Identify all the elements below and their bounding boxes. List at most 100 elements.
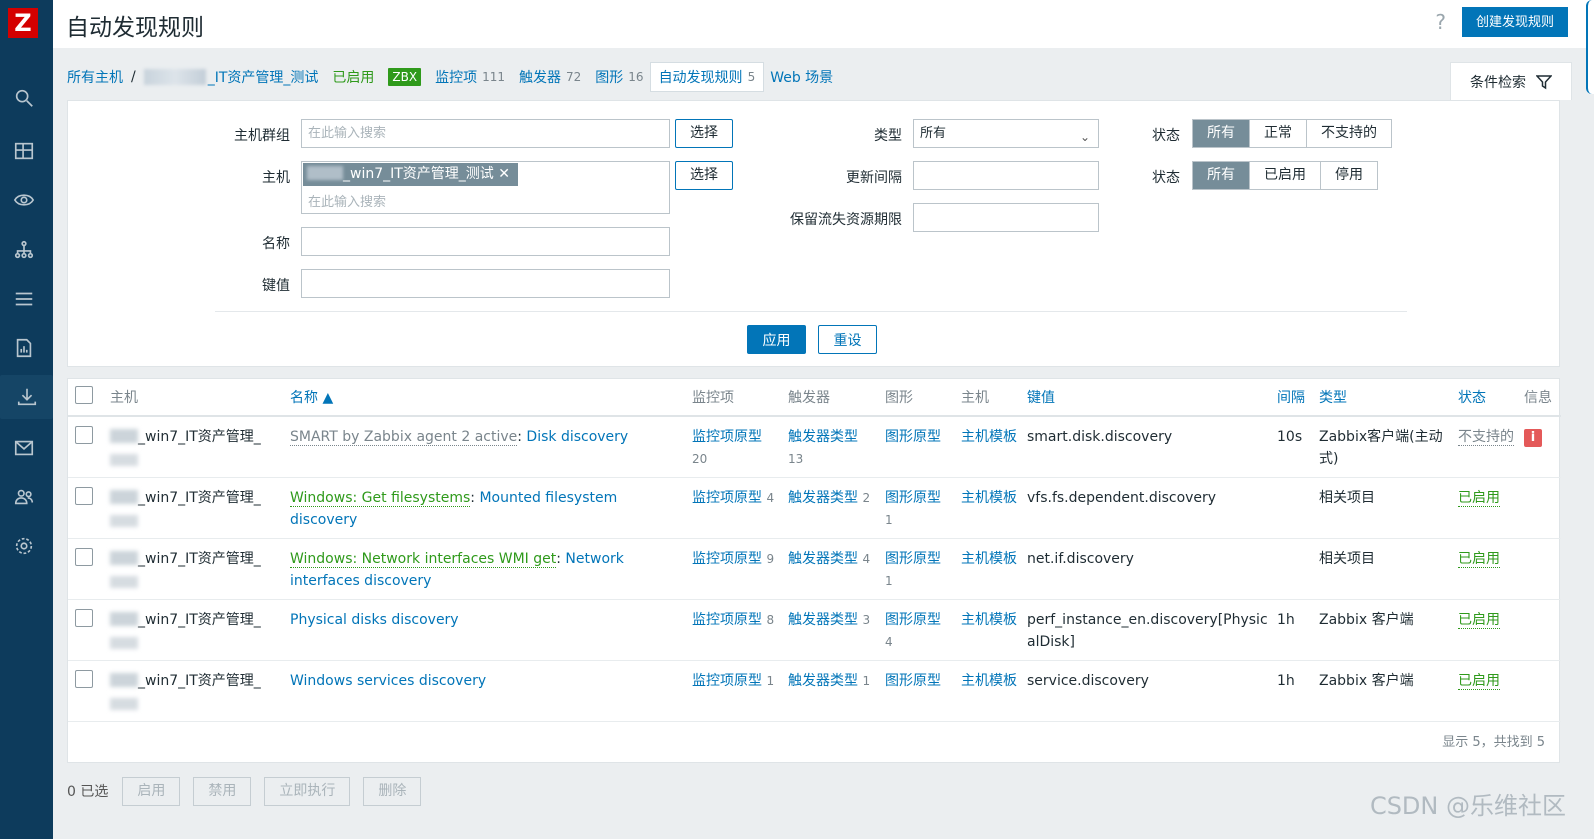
trigger-prototypes-link[interactable]: 触发器类型 13 xyxy=(788,429,858,467)
key-cell: vfs.fs.dependent.discovery xyxy=(1023,477,1273,539)
key-input[interactable] xyxy=(301,269,670,298)
tab-graphs[interactable]: 图形 16 xyxy=(595,67,643,87)
graph-prototypes-link[interactable]: 图形原型 4 xyxy=(885,612,941,650)
type-cell: 相关项目 xyxy=(1315,477,1454,539)
interval-input[interactable] xyxy=(913,161,1099,190)
graph-prototypes-link[interactable]: 图形原型 xyxy=(885,673,941,689)
item-prototypes-link[interactable]: 监控项原型 20 xyxy=(692,429,762,467)
users-icon[interactable] xyxy=(10,483,38,511)
template-link[interactable]: Windows: Get filesystems xyxy=(290,489,471,507)
item-prototypes-link[interactable]: 监控项原型 1 xyxy=(692,673,774,689)
table-row: _win7_IT资产管理_ Physical disks discovery 监… xyxy=(68,599,1561,661)
host-link[interactable]: _IT资产管理_测试 xyxy=(143,67,318,87)
status-toggle[interactable]: 已启用 xyxy=(1458,611,1500,629)
monitoring-eye-icon[interactable] xyxy=(10,186,38,214)
host-tag-label: _win7_IT资产管理_测试 xyxy=(343,166,494,182)
host-prototypes-link[interactable]: 主机模板 xyxy=(961,612,1017,628)
row-checkbox[interactable] xyxy=(75,486,93,505)
host-prototypes-link[interactable]: 主机模板 xyxy=(961,490,1017,506)
data-collection-icon[interactable] xyxy=(0,375,53,419)
reset-button[interactable]: 重设 xyxy=(818,325,877,354)
network-icon[interactable] xyxy=(10,236,38,264)
create-discovery-rule-button[interactable]: 创建发现规则 xyxy=(1461,7,1568,37)
blurred-host-suffix xyxy=(110,514,138,527)
state-all[interactable]: 所有 xyxy=(1193,120,1250,147)
tab-items[interactable]: 监控项 111 xyxy=(435,67,505,87)
tab-discovery-rules[interactable]: 自动发现规则 5 xyxy=(649,62,765,92)
table-paging-info: 显示 5，共找到 5 xyxy=(1442,735,1545,750)
trigger-prototypes-link[interactable]: 触发器类型 2 xyxy=(788,490,870,506)
gear-icon[interactable] xyxy=(10,532,38,560)
execute-now-button[interactable]: 立即执行 xyxy=(264,776,351,806)
status-all[interactable]: 所有 xyxy=(1193,162,1250,189)
trigger-prototypes-link[interactable]: 触发器类型 4 xyxy=(788,551,870,567)
status-enabled[interactable]: 已启用 xyxy=(1250,162,1321,189)
remove-tag-icon[interactable]: ✕ xyxy=(498,166,510,182)
col-type-sort[interactable]: 类型 xyxy=(1315,379,1454,417)
zabbix-logo[interactable]: Z xyxy=(8,8,38,38)
filter-tab[interactable]: 条件检索 xyxy=(1450,62,1572,100)
row-checkbox[interactable] xyxy=(75,608,93,627)
host-prototypes-link[interactable]: 主机模板 xyxy=(961,551,1017,567)
help-icon[interactable]: ? xyxy=(1435,10,1446,34)
host-prototypes-link[interactable]: 主机模板 xyxy=(961,429,1017,445)
rule-name-link[interactable]: Disk discovery xyxy=(526,429,628,445)
search-icon[interactable] xyxy=(10,84,38,112)
delete-button[interactable]: 删除 xyxy=(363,776,422,806)
col-interval-sort[interactable]: 间隔 xyxy=(1273,379,1315,417)
select-all-checkbox[interactable] xyxy=(75,386,93,404)
dashboard-icon[interactable] xyxy=(10,137,38,165)
disable-button[interactable]: 禁用 xyxy=(193,776,252,806)
rule-name-link[interactable]: Physical disks discovery xyxy=(290,612,459,628)
host-name: _win7_IT资产管理_ xyxy=(138,489,261,506)
rule-name-link[interactable]: Windows services discovery xyxy=(290,673,486,689)
host-cell: _win7_IT资产管理_ xyxy=(106,538,286,600)
row-checkbox[interactable] xyxy=(75,426,93,444)
template-link[interactable]: SMART by Zabbix agent 2 active xyxy=(290,429,518,446)
filter-icon xyxy=(1536,74,1552,89)
blurred-host-prefix xyxy=(110,672,138,687)
status-toggle[interactable]: 已启用 xyxy=(1458,550,1500,568)
host-select-button[interactable]: 选择 xyxy=(675,161,733,190)
host-group-select-button[interactable]: 选择 xyxy=(675,119,733,148)
col-name-sort[interactable]: 名称 ▲ xyxy=(286,379,688,417)
all-hosts-link[interactable]: 所有主机 xyxy=(67,67,123,87)
col-key-sort[interactable]: 键值 xyxy=(1023,379,1273,417)
reports-icon[interactable] xyxy=(10,334,38,362)
row-checkbox[interactable] xyxy=(75,669,93,688)
state-not-supported[interactable]: 不支持的 xyxy=(1307,120,1391,147)
status-toggle[interactable]: 已启用 xyxy=(1458,672,1500,690)
host-prototypes-link[interactable]: 主机模板 xyxy=(961,673,1017,689)
host-status-enabled[interactable]: 已启用 xyxy=(332,67,374,87)
name-input[interactable] xyxy=(301,227,670,256)
template-link[interactable]: Windows: Network interfaces WMI get xyxy=(290,550,557,568)
item-prototypes-link[interactable]: 监控项原型 9 xyxy=(692,551,774,567)
status-toggle[interactable]: 不支持的 xyxy=(1458,429,1514,446)
item-prototypes-link[interactable]: 监控项原型 8 xyxy=(692,612,774,628)
state-segmented: 所有 正常 不支持的 xyxy=(1192,119,1392,148)
list-icon[interactable] xyxy=(10,285,38,313)
blurred-host-suffix xyxy=(110,697,138,710)
tab-triggers[interactable]: 触发器 72 xyxy=(519,67,581,87)
item-prototypes-link[interactable]: 监控项原型 4 xyxy=(692,490,774,506)
status-toggle[interactable]: 已启用 xyxy=(1458,489,1500,507)
state-normal[interactable]: 正常 xyxy=(1250,120,1307,147)
apply-button[interactable]: 应用 xyxy=(747,325,806,354)
graph-prototypes-link[interactable]: 图形原型 1 xyxy=(885,490,941,528)
tab-web-scenarios[interactable]: Web 场景 xyxy=(770,67,833,87)
status-disabled[interactable]: 停用 xyxy=(1321,162,1377,189)
type-select[interactable]: 所有 ⌄ xyxy=(913,119,1099,148)
trigger-prototypes-link[interactable]: 触发器类型 1 xyxy=(788,673,870,689)
host-group-input[interactable]: 在此输入搜索 xyxy=(301,119,670,148)
keep-lost-input[interactable] xyxy=(913,203,1099,232)
table-header-row: 主机 名称 ▲ 监控项 触发器 图形 主机 键值 间隔 类型 状态 信息 xyxy=(68,379,1561,417)
graph-prototypes-link[interactable]: 图形原型 xyxy=(885,429,941,445)
col-status-sort[interactable]: 状态 xyxy=(1454,379,1520,417)
enable-button[interactable]: 启用 xyxy=(122,776,181,806)
interval-cell: 1h xyxy=(1273,660,1315,722)
graph-prototypes-link[interactable]: 图形原型 1 xyxy=(885,551,941,589)
trigger-prototypes-link[interactable]: 触发器类型 3 xyxy=(788,612,870,628)
row-checkbox[interactable] xyxy=(75,547,93,566)
mail-icon[interactable] xyxy=(10,434,38,462)
info-icon[interactable]: i xyxy=(1524,429,1542,447)
